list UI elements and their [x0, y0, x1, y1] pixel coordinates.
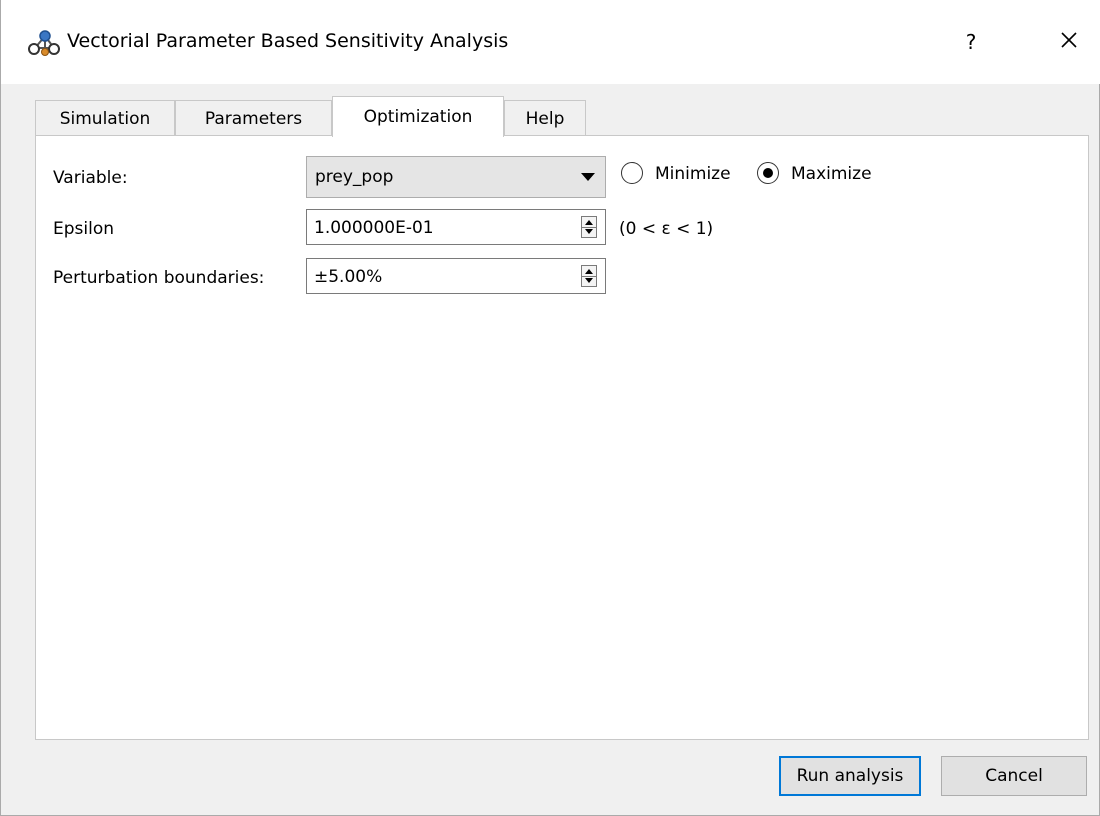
dialog-window: Vectorial Parameter Based Sensitivity An… [0, 0, 1100, 816]
maximize-label[interactable]: Maximize [791, 164, 872, 184]
epsilon-label: Epsilon [53, 219, 115, 239]
spin-buttons[interactable] [581, 216, 597, 238]
window-title: Vectorial Parameter Based Sensitivity An… [67, 30, 509, 52]
close-icon [1060, 31, 1078, 54]
perturbation-value: ±5.00% [314, 267, 383, 287]
tab-optimization[interactable]: Optimization [332, 96, 504, 137]
minimize-label[interactable]: Minimize [655, 164, 731, 184]
arrow-down-icon [585, 278, 593, 283]
arrow-down-icon [585, 229, 593, 234]
variable-label: Variable: [53, 168, 128, 188]
tab-simulation[interactable]: Simulation [35, 100, 175, 136]
tab-label: Parameters [204, 108, 303, 129]
maximize-radio[interactable] [757, 162, 779, 184]
tab-label: Optimization [363, 107, 473, 127]
chevron-down-icon [581, 173, 595, 181]
tab-parameters[interactable]: Parameters [175, 100, 332, 136]
run-analysis-button[interactable]: Run analysis [779, 756, 921, 796]
arrow-up-icon [585, 269, 593, 274]
epsilon-hint: (0 < ε < 1) [619, 219, 714, 239]
minimize-radio[interactable] [621, 162, 643, 184]
spin-buttons[interactable] [581, 265, 597, 287]
tab-help[interactable]: Help [504, 100, 586, 136]
help-button[interactable]: ? [947, 22, 995, 62]
arrow-up-icon [585, 220, 593, 225]
tab-label: Help [525, 108, 565, 129]
perturbation-spinbox[interactable]: ±5.00% [306, 258, 606, 294]
epsilon-value: 1.000000E-01 [314, 218, 434, 238]
variable-select[interactable]: prey_pop [306, 156, 606, 198]
epsilon-spinbox[interactable]: 1.000000E-01 [306, 209, 606, 245]
cancel-button[interactable]: Cancel [941, 756, 1087, 796]
network-nodes-icon [27, 28, 61, 58]
title-bar[interactable]: Vectorial Parameter Based Sensitivity An… [1, 0, 1100, 84]
close-button[interactable] [1045, 22, 1093, 62]
tab-label: Simulation [59, 108, 151, 129]
variable-value: prey_pop [315, 167, 394, 187]
perturbation-label: Perturbation boundaries: [53, 268, 265, 288]
